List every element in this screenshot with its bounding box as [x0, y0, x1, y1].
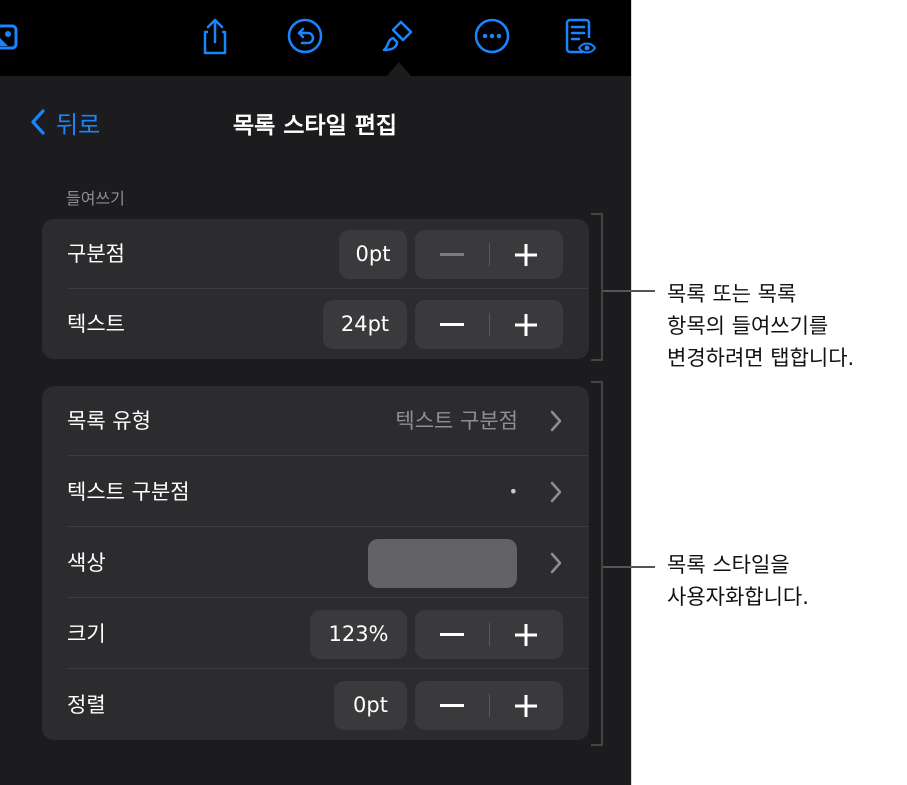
- indent-group: 구분점 0pt 텍스트 24pt: [42, 219, 589, 359]
- size-increment-button[interactable]: [489, 610, 563, 659]
- reading-view-icon[interactable]: [561, 16, 597, 56]
- share-icon[interactable]: [197, 16, 233, 56]
- style-callout-bracket: [591, 381, 603, 746]
- color-label: 색상: [67, 551, 106, 575]
- plus-icon: [515, 243, 537, 266]
- text-bullet-value: •: [508, 482, 518, 501]
- size-value[interactable]: 123%: [310, 610, 407, 659]
- toolbar: [0, 0, 631, 76]
- style-callout: 목록 스타일을 사용자화합니다.: [667, 549, 809, 613]
- color-swatch[interactable]: [368, 539, 517, 588]
- popover-nav-bar: 뒤로 목록 스타일 편집: [16, 84, 614, 156]
- text-indent-stepper: [415, 300, 563, 349]
- indent-callout-bracket: [591, 213, 603, 361]
- text-bullet-row[interactable]: 텍스트 구분점 •: [42, 457, 589, 527]
- format-brush-icon[interactable]: [381, 16, 417, 56]
- text-indent-increment-button[interactable]: [489, 300, 563, 349]
- list-type-value: 텍스트 구분점: [395, 409, 518, 433]
- style-callout-leader: [603, 566, 655, 568]
- size-label: 크기: [67, 622, 106, 646]
- minus-icon: [440, 632, 464, 636]
- list-type-label: 목록 유형: [67, 409, 151, 433]
- bullet-indent-label: 구분점: [67, 242, 125, 266]
- chevron-right-icon: [550, 552, 562, 574]
- size-decrement-button[interactable]: [415, 610, 489, 659]
- text-indent-decrement-button[interactable]: [415, 300, 489, 349]
- minus-icon: [440, 703, 464, 707]
- indent-callout: 목록 또는 목록 항목의 들여쓰기를 변경하려면 탭합니다.: [667, 278, 854, 374]
- indent-section-label: 들여쓰기: [66, 189, 125, 208]
- row-divider: [67, 526, 589, 527]
- plus-icon: [515, 694, 537, 717]
- indent-row-text: 텍스트 24pt: [42, 289, 589, 359]
- chevron-right-icon: [550, 481, 562, 503]
- bullet-indent-decrement-button[interactable]: [415, 230, 489, 279]
- bullet-indent-stepper: [415, 230, 563, 279]
- text-indent-label: 텍스트: [67, 312, 125, 336]
- indent-callout-line: 변경하려면 탭합니다.: [667, 346, 855, 370]
- text-bullet-label: 텍스트 구분점: [67, 480, 190, 504]
- minus-icon: [440, 322, 464, 326]
- align-label: 정렬: [67, 693, 106, 717]
- size-stepper: [415, 610, 563, 659]
- color-row[interactable]: 색상: [42, 528, 589, 598]
- style-callout-line: 목록 스타일을: [667, 553, 790, 577]
- text-indent-value[interactable]: 24pt: [323, 300, 407, 349]
- row-divider: [67, 455, 589, 456]
- popover-title: 목록 스타일 편집: [232, 113, 398, 139]
- plus-icon: [515, 313, 537, 336]
- photo-icon[interactable]: [0, 16, 22, 56]
- indent-callout-line: 목록 또는 목록: [667, 282, 797, 306]
- align-value[interactable]: 0pt: [334, 681, 407, 730]
- align-increment-button[interactable]: [489, 681, 563, 730]
- align-row: 정렬 0pt: [42, 670, 589, 740]
- row-divider: [67, 597, 589, 598]
- align-stepper: [415, 681, 563, 730]
- align-decrement-button[interactable]: [415, 681, 489, 730]
- indent-callout-line: 항목의 들여쓰기를: [667, 314, 829, 338]
- minus-icon: [440, 252, 464, 256]
- app-screen: 뒤로 목록 스타일 편집 들여쓰기 구분점 0pt 텍스트 24pt 목록 유형…: [0, 0, 632, 785]
- style-callout-line: 사용자화합니다.: [667, 585, 809, 609]
- bullet-indent-value[interactable]: 0pt: [339, 230, 407, 279]
- row-divider: [67, 668, 589, 669]
- size-row: 크기 123%: [42, 599, 589, 669]
- more-icon[interactable]: [474, 16, 510, 56]
- indent-row-bullet: 구분점 0pt: [42, 219, 589, 289]
- undo-icon[interactable]: [287, 16, 323, 56]
- list-style-group: 목록 유형 텍스트 구분점 텍스트 구분점 • 색상 크기 123% 정렬 0p…: [42, 386, 589, 740]
- bullet-indent-increment-button[interactable]: [489, 230, 563, 279]
- list-type-row[interactable]: 목록 유형 텍스트 구분점: [42, 386, 589, 456]
- chevron-right-icon: [550, 410, 562, 432]
- plus-icon: [515, 623, 537, 646]
- indent-callout-leader: [603, 290, 655, 292]
- popover-arrow: [386, 62, 412, 77]
